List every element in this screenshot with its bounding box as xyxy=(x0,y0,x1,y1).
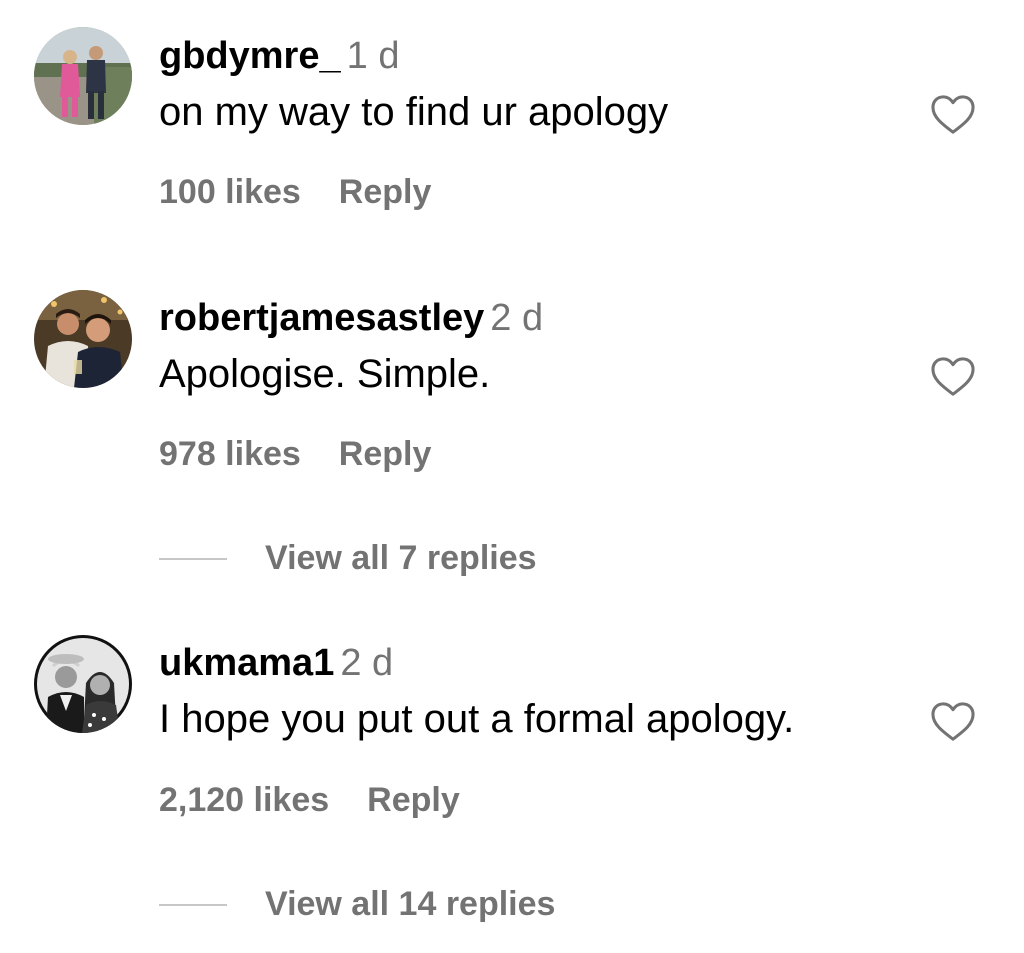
avatar[interactable] xyxy=(34,27,132,125)
comment-meta: 978 likes Reply xyxy=(159,434,431,474)
reply-button[interactable]: Reply xyxy=(339,173,432,211)
like-count[interactable]: 100 likes xyxy=(159,173,301,211)
like-count[interactable]: 2,120 likes xyxy=(159,781,329,819)
like-count[interactable]: 978 likes xyxy=(159,435,301,473)
comment-text: Apologise. Simple. xyxy=(159,352,491,396)
timestamp: 2 d xyxy=(490,297,544,339)
username[interactable]: ukmama1 xyxy=(159,642,334,684)
view-replies-label[interactable]: View all 14 replies xyxy=(265,884,555,924)
replies-divider xyxy=(159,558,227,560)
comment-header: gbdymre_ 1 d xyxy=(159,34,399,78)
comment-header: ukmama1 2 d xyxy=(159,641,393,685)
comment-text: on my way to find ur apology xyxy=(159,90,669,134)
timestamp: 2 d xyxy=(340,642,394,684)
avatar[interactable] xyxy=(34,635,132,733)
timestamp: 1 d xyxy=(346,35,400,77)
reply-button[interactable]: Reply xyxy=(339,435,432,473)
like-heart-icon[interactable] xyxy=(930,701,976,743)
reply-button[interactable]: Reply xyxy=(367,781,460,819)
comment-text: I hope you put out a formal apology. xyxy=(159,697,795,741)
username[interactable]: gbdymre_ xyxy=(159,35,341,77)
comment-header: robertjamesastley 2 d xyxy=(159,296,543,340)
view-replies-label[interactable]: View all 7 replies xyxy=(265,538,537,578)
like-heart-icon[interactable] xyxy=(930,356,976,398)
comment-meta: 2,120 likes Reply xyxy=(159,780,460,820)
like-heart-icon[interactable] xyxy=(930,94,976,136)
replies-divider xyxy=(159,904,227,906)
comment-meta: 100 likes Reply xyxy=(159,172,431,212)
avatar[interactable] xyxy=(34,290,132,388)
username[interactable]: robertjamesastley xyxy=(159,297,484,339)
